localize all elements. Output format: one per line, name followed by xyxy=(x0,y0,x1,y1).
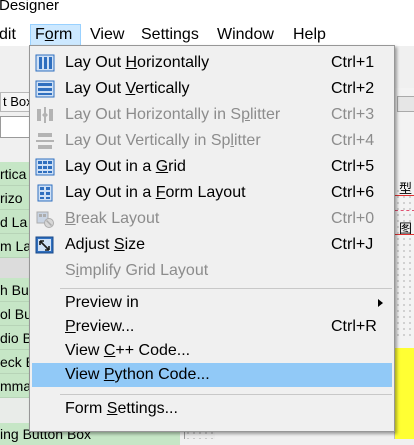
menu-item-label: Form Settings... xyxy=(65,400,178,417)
menu-item-label: Preview... xyxy=(65,318,135,335)
menu-item-break-layout[interactable]: Break Layout Ctrl+0 xyxy=(32,206,392,232)
window-title: Designer xyxy=(0,0,60,14)
menu-item-label: View C++ Code... xyxy=(65,342,191,359)
menu-item-adjust-size[interactable]: Adjust Size Ctrl+J xyxy=(32,232,392,258)
menu-item-form-settings[interactable]: Form Settings... xyxy=(32,396,392,422)
menu-item-preview-in[interactable]: Preview in xyxy=(32,290,392,316)
menu-edit-label: dit xyxy=(0,26,16,43)
menu-item-label: Lay Out Horizontally xyxy=(65,54,210,71)
adjust-size-icon xyxy=(35,236,55,254)
submenu-arrow-icon xyxy=(378,299,383,307)
menu-item-shortcut: Ctrl+1 xyxy=(331,54,375,71)
widget-row[interactable]: rizo xyxy=(0,186,30,210)
menu-item-label: Lay Out in a Grid xyxy=(65,158,186,175)
menu-item-lay-out-vertically[interactable]: Lay Out Vertically Ctrl+2 xyxy=(32,76,392,102)
menu-item-preview[interactable]: Preview... Ctrl+R xyxy=(32,314,392,340)
divider-line xyxy=(395,195,414,196)
spacer-line xyxy=(395,210,414,211)
menu-item-shortcut: Ctrl+3 xyxy=(331,106,375,123)
widget-row-label: rtica xyxy=(0,166,27,182)
widget-row-label: d La xyxy=(0,214,28,230)
menu-item-label: Adjust Size xyxy=(65,236,146,253)
menu-item-shortcut: Ctrl+J xyxy=(331,236,374,253)
layout-form-icon xyxy=(35,184,55,202)
menu-item-label: Lay Out Vertically xyxy=(65,80,190,97)
menu-item-shortcut: Ctrl+0 xyxy=(331,210,375,227)
menu-item-label: View Python Code... xyxy=(65,366,210,383)
menu-item-label: Break Layout xyxy=(65,210,160,227)
form-menu: Lay Out Horizontally Ctrl+1 Lay Out Vert… xyxy=(29,45,395,432)
layout-vertical-icon xyxy=(35,80,55,98)
widget-category-header[interactable] xyxy=(0,258,30,279)
widget-row-label: mma xyxy=(0,378,30,394)
menu-item-lay-out-in-a-grid[interactable]: Lay Out in a Grid Ctrl+5 xyxy=(32,154,392,180)
menu-item-label: Lay Out Horizontally in Splitter xyxy=(65,106,281,123)
menu-edit[interactable]: dit xyxy=(0,24,20,46)
break-layout-icon xyxy=(35,210,55,228)
menu-item-simplify-grid-layout[interactable]: Simplify Grid Layout xyxy=(32,258,392,284)
splitter-horizontal-icon xyxy=(35,106,55,124)
menu-view[interactable]: View xyxy=(86,24,128,46)
menu-item-lay-out-horizontally[interactable]: Lay Out Horizontally Ctrl+1 xyxy=(32,50,392,76)
widget-row[interactable]: eck B xyxy=(0,350,30,374)
menu-view-label: View xyxy=(90,26,125,43)
menu-item-view-python-code[interactable]: View Python Code... xyxy=(32,363,392,387)
splitter-vertical-icon xyxy=(35,132,55,150)
widget-row[interactable]: rtica xyxy=(0,162,30,186)
widget-row[interactable]: h Bu xyxy=(0,278,30,302)
menu-item-label: Preview in xyxy=(65,294,139,311)
widget-row-label: ol Bu xyxy=(0,306,30,322)
menu-item-shortcut: Ctrl+2 xyxy=(331,80,375,97)
widget-row-label: eck B xyxy=(0,354,30,370)
widget-row[interactable]: d La xyxy=(0,210,30,234)
menu-item-lay-out-vertically-in-splitter[interactable]: Lay Out Vertically in Splitter Ctrl+4 xyxy=(32,128,392,154)
window-title-bar: Designer xyxy=(0,0,414,24)
form-preview-area: 型 图 xyxy=(394,88,414,439)
widget-row-label: dio B xyxy=(0,330,30,346)
layout-horizontal-icon xyxy=(35,54,55,72)
menu-separator xyxy=(60,288,392,289)
menu-settings-label: Settings xyxy=(141,26,199,43)
widget-row[interactable]: ol Bu xyxy=(0,302,30,326)
menu-item-label: Lay Out Vertically in Splitter xyxy=(65,132,261,149)
widget-row-label: m La xyxy=(0,238,30,254)
menu-window[interactable]: Window xyxy=(213,24,278,46)
layout-grid-icon xyxy=(35,158,55,176)
widget-row-label: h Bu xyxy=(0,282,29,298)
menu-item-lay-out-horizontally-in-splitter[interactable]: Lay Out Horizontally in Splitter Ctrl+3 xyxy=(32,102,392,128)
widget-row[interactable]: mma xyxy=(0,374,30,398)
menu-bar: dit Form View Settings Window Help xyxy=(0,24,414,46)
widget-row-label: rizo xyxy=(0,190,23,206)
menu-item-shortcut: Ctrl+6 xyxy=(331,184,375,201)
menu-item-shortcut: Ctrl+4 xyxy=(331,132,375,149)
widget-row[interactable]: m La xyxy=(0,234,30,258)
menu-item-shortcut: Ctrl+5 xyxy=(331,158,375,175)
widget-box-title-text: t Box xyxy=(3,94,30,109)
widget-filter-input[interactable] xyxy=(0,116,30,138)
menu-window-label: Window xyxy=(217,26,274,43)
menu-item-view-cpp-code[interactable]: View C++ Code... xyxy=(32,338,392,364)
menu-item-label: Lay Out in a Form Layout xyxy=(65,184,246,201)
menu-form[interactable]: Form xyxy=(30,24,81,46)
menu-help[interactable]: Help xyxy=(289,24,330,46)
menu-item-shortcut: Ctrl+R xyxy=(331,318,377,335)
widget-row[interactable]: dio B xyxy=(0,326,30,350)
dock-button[interactable] xyxy=(397,96,414,112)
menu-item-lay-out-in-a-form-layout[interactable]: Lay Out in a Form Layout Ctrl+6 xyxy=(32,180,392,206)
menu-item-label: Simplify Grid Layout xyxy=(65,262,209,279)
widget-box-title: t Box xyxy=(0,92,30,112)
widget-box-panel: t Box rtica rizo d La m La h Bu ol Bu di… xyxy=(0,90,180,445)
menu-separator xyxy=(60,394,392,395)
divider-line xyxy=(395,234,414,235)
menu-help-label: Help xyxy=(293,26,326,43)
widget-list: rtica rizo d La m La h Bu ol Bu dio B ec… xyxy=(0,162,30,432)
menu-settings[interactable]: Settings xyxy=(137,24,203,46)
yellow-widget[interactable] xyxy=(395,348,414,439)
menu-form-label: Form xyxy=(35,26,73,43)
